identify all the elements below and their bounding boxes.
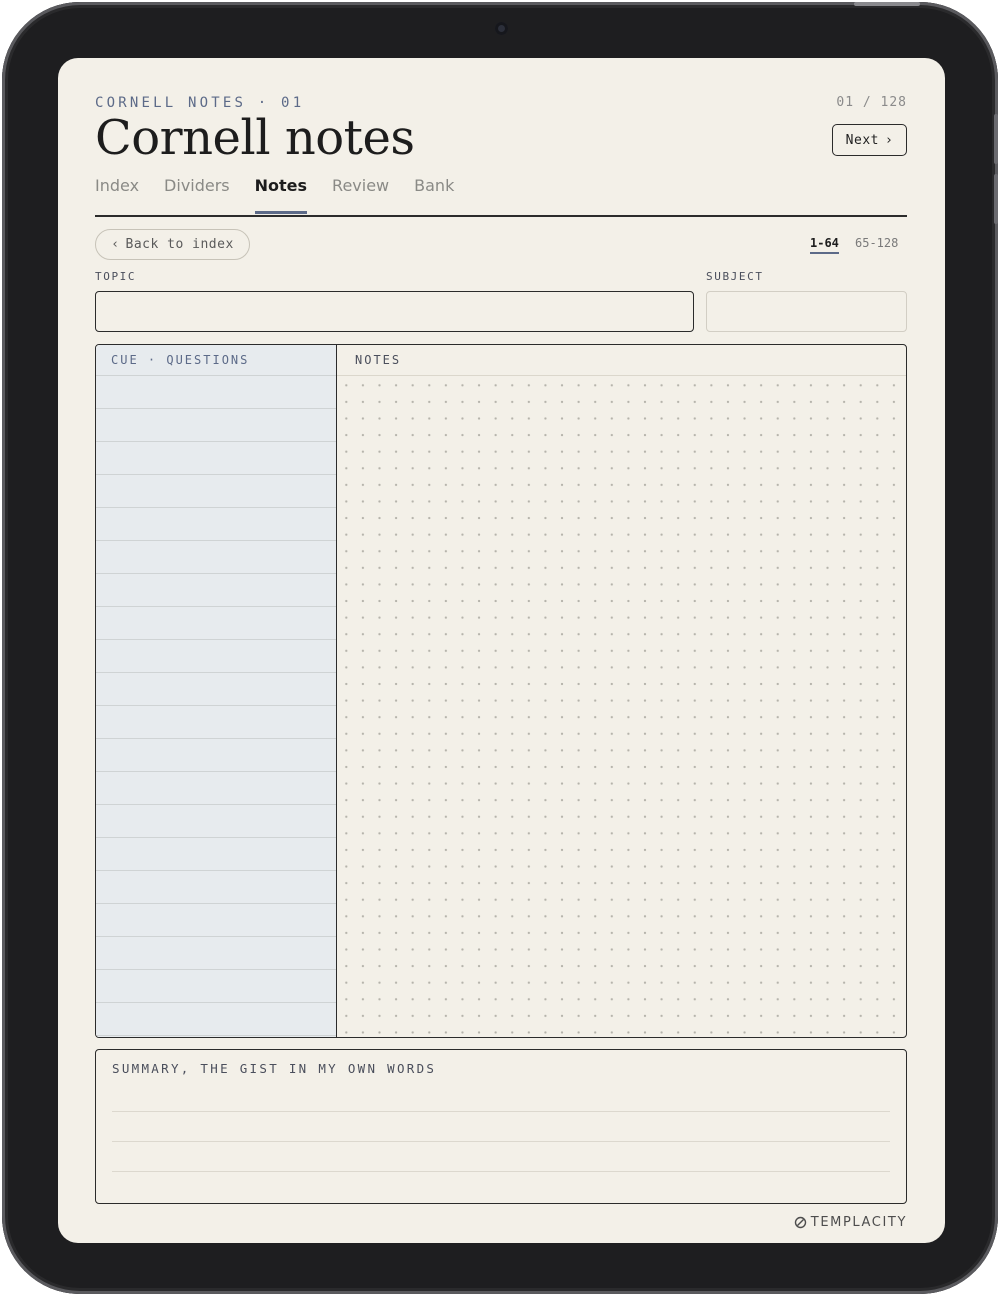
cue-line	[96, 541, 336, 574]
next-button-label: Next	[845, 132, 879, 148]
cue-line	[96, 442, 336, 475]
cue-line	[96, 376, 336, 409]
range-link-65-128[interactable]: 65-128	[855, 236, 898, 250]
summary-label: SUMMARY, THE GIST IN MY OWN WORDS	[112, 1061, 437, 1076]
range-link-1-64[interactable]: 1-64	[810, 236, 839, 254]
cue-lines	[96, 376, 336, 1036]
back-to-index-button[interactable]: ‹ Back to index	[95, 229, 250, 260]
notes-header: NOTES	[337, 345, 906, 376]
cue-line	[96, 409, 336, 442]
tab-bank[interactable]: Bank	[414, 176, 454, 212]
topic-input[interactable]	[95, 291, 694, 332]
front-camera	[495, 22, 508, 35]
summary-rule	[112, 1141, 890, 1142]
chevron-left-icon: ‹	[111, 237, 120, 252]
summary-box[interactable]: SUMMARY, THE GIST IN MY OWN WORDS	[95, 1049, 907, 1204]
tab-review[interactable]: Review	[332, 176, 389, 212]
cue-header: CUE · QUESTIONS	[96, 345, 336, 376]
brand-logo: TEMPLACITY	[794, 1215, 907, 1230]
chevron-right-icon: ›	[884, 132, 894, 148]
cue-line	[96, 805, 336, 838]
page-eyebrow: CORNELL NOTES · 01	[95, 95, 305, 111]
planner-page: CORNELL NOTES · 01 01 / 128 Cornell note…	[58, 58, 945, 1243]
tablet-frame: CORNELL NOTES · 01 01 / 128 Cornell note…	[2, 2, 998, 1294]
volume-up-button	[994, 114, 998, 164]
cue-line	[96, 739, 336, 772]
summary-rule	[112, 1111, 890, 1112]
tab-dividers[interactable]: Dividers	[164, 176, 230, 212]
power-button	[854, 2, 920, 6]
volume-down-button	[994, 174, 998, 224]
summary-rule	[112, 1171, 890, 1172]
cue-line	[96, 508, 336, 541]
cue-line	[96, 871, 336, 904]
back-button-label: Back to index	[125, 237, 234, 252]
subject-input[interactable]	[706, 291, 907, 332]
notes-column[interactable]: NOTES	[337, 345, 906, 1037]
cue-line	[96, 904, 336, 937]
tab-notes[interactable]: Notes	[254, 176, 308, 214]
cue-line	[96, 673, 336, 706]
tab-index[interactable]: Index	[95, 176, 139, 212]
cue-line	[96, 475, 336, 508]
cue-line	[96, 706, 336, 739]
cue-line	[96, 640, 336, 673]
cue-line	[96, 970, 336, 1003]
cue-line	[96, 838, 336, 871]
brand-name: TEMPLACITY	[810, 1215, 907, 1230]
section-tabs: Index Dividers Notes Review Bank	[95, 176, 454, 214]
cue-line	[96, 607, 336, 640]
cue-line	[96, 574, 336, 607]
cue-column[interactable]: CUE · QUESTIONS	[96, 345, 337, 1037]
tabs-divider	[95, 215, 907, 217]
paperclip-icon	[794, 1216, 806, 1229]
cue-line	[96, 937, 336, 970]
next-button[interactable]: Next ›	[832, 124, 907, 156]
cornell-grid: CUE · QUESTIONS NOTES	[95, 344, 907, 1038]
dot-grid	[337, 376, 906, 1037]
cue-line	[96, 772, 336, 805]
page-title: Cornell notes	[95, 110, 415, 166]
subject-label: SUBJECT	[706, 270, 764, 283]
cue-line	[96, 1003, 336, 1036]
page-counter: 01 / 128	[836, 95, 907, 110]
topic-label: TOPIC	[95, 270, 137, 283]
